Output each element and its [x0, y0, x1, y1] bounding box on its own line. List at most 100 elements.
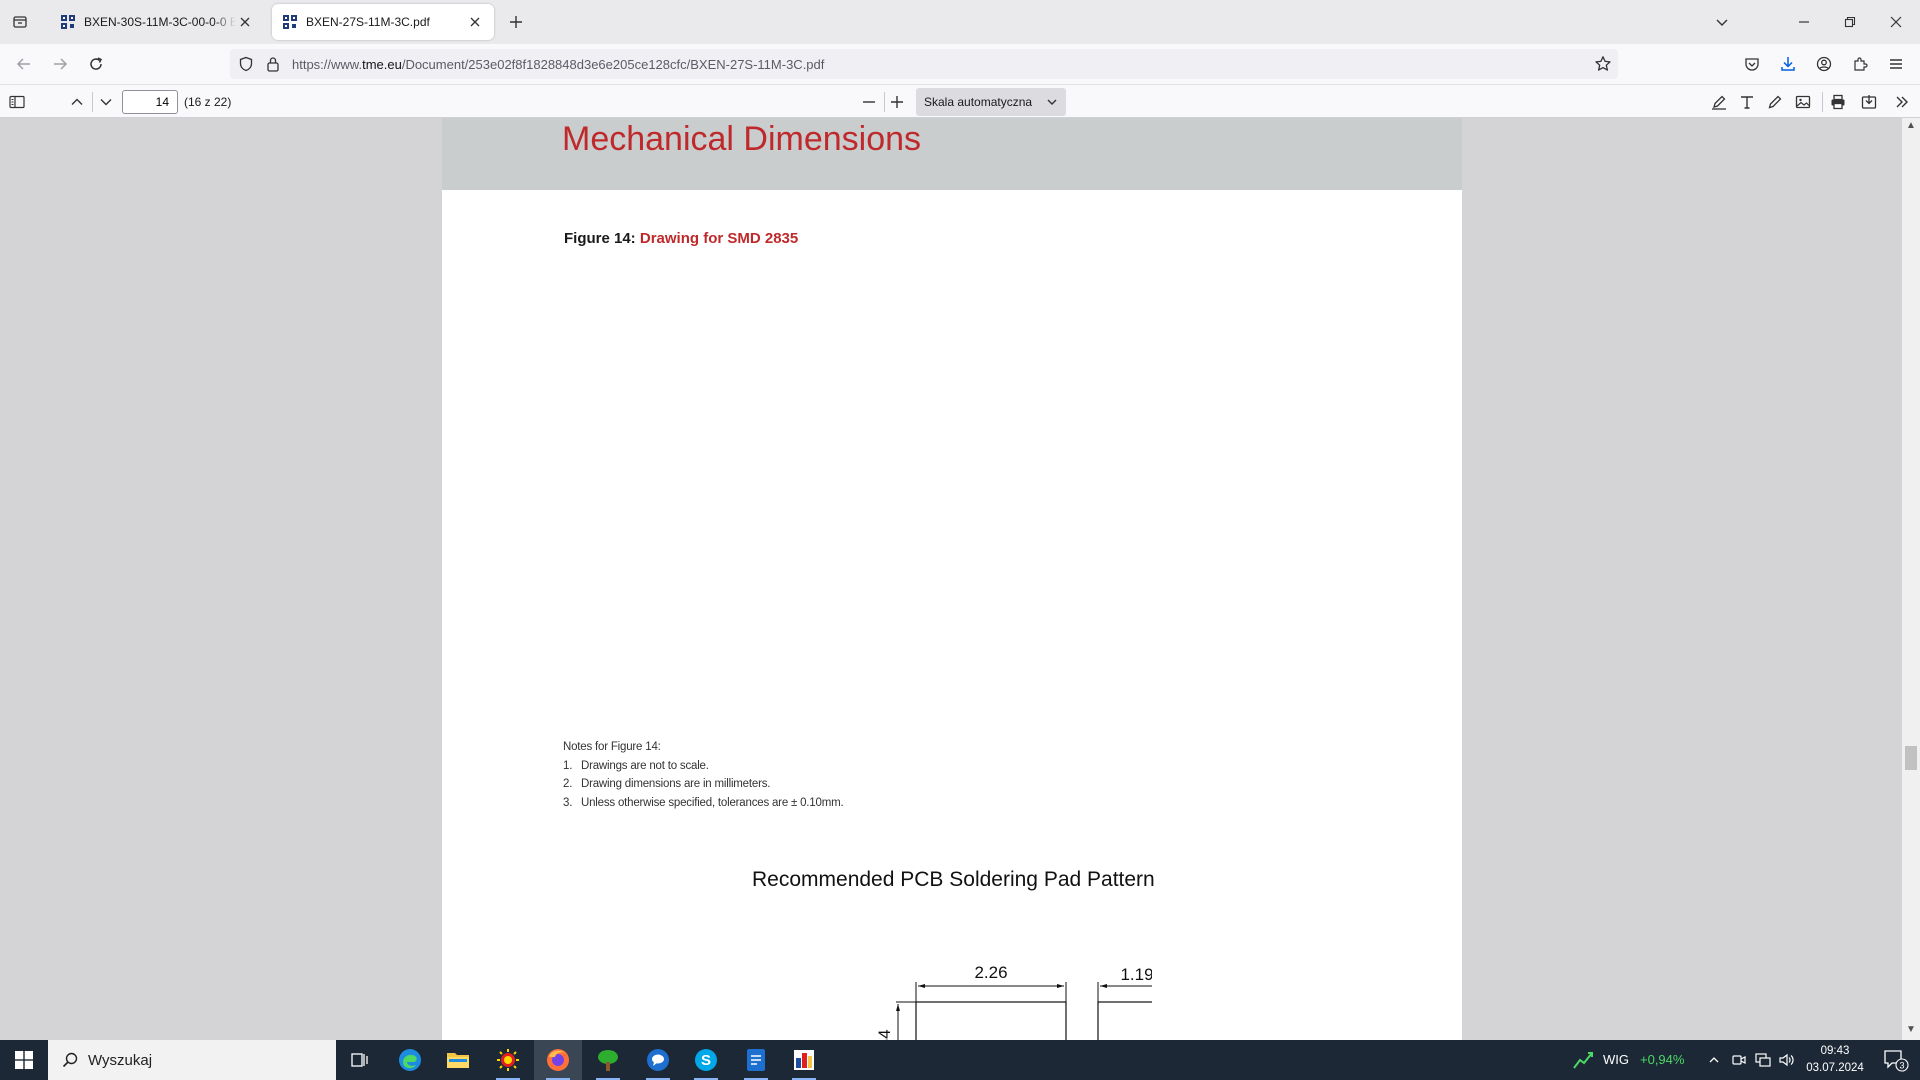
taskbar-search-box[interactable]: Wyszukaj: [48, 1040, 336, 1080]
page-header-band: Mechanical Dimensions: [442, 118, 1462, 190]
new-tab-plus-icon[interactable]: [504, 10, 528, 34]
volume-speaker-icon[interactable]: [1776, 1040, 1798, 1080]
list-all-tabs-chevron-icon[interactable]: [1710, 10, 1734, 34]
tab-title: BXEN-30S-11M-3C-00-0-0 BRIDG: [84, 15, 236, 29]
tab-strip: BXEN-30S-11M-3C-00-0-0 BRIDG BXEN-27S-11…: [0, 0, 1920, 44]
start-windows-icon[interactable]: [0, 1040, 48, 1080]
toolbar-divider: [884, 92, 885, 112]
meet-now-camera-icon[interactable]: [1728, 1040, 1750, 1080]
zoom-select[interactable]: Skala automatyczna: [916, 88, 1066, 116]
clock-time: 09:43: [1820, 1045, 1850, 1057]
sun-app-icon[interactable]: [484, 1040, 532, 1080]
back-arrow-icon[interactable]: [12, 52, 36, 76]
account-icon[interactable]: [1812, 52, 1836, 76]
highlight-pen-icon[interactable]: [1708, 91, 1730, 113]
zoom-out-minus-icon[interactable]: [858, 91, 880, 113]
task-view-icon[interactable]: [336, 1040, 384, 1080]
tools-double-chevron-icon[interactable]: [1891, 91, 1913, 113]
tab-bxen-30s[interactable]: BXEN-30S-11M-3C-00-0-0 BRIDG: [50, 4, 264, 40]
zoom-in-plus-icon[interactable]: [886, 91, 908, 113]
edge-browser-icon[interactable]: [386, 1040, 434, 1080]
pcb-pad-drawing: 2.26 1.19 2.34: [875, 963, 1152, 1040]
tme-favicon-icon: [282, 14, 298, 30]
stock-name[interactable]: WIG: [1603, 1052, 1629, 1067]
vertical-scrollbar[interactable]: ▲ ▼: [1902, 118, 1920, 1040]
scrollbar-thumb[interactable]: [1905, 746, 1917, 770]
add-image-icon[interactable]: [1792, 91, 1814, 113]
pdf-toolbar: (16 z 22) Skala automatyczna: [0, 84, 1920, 118]
stats-app-icon[interactable]: [780, 1040, 828, 1080]
pdf-viewer-area[interactable]: Mechanical Dimensions Figure 14: Drawing…: [0, 118, 1902, 1040]
print-icon[interactable]: [1827, 91, 1849, 113]
system-clock[interactable]: 09:43 03.07.2024: [1800, 1043, 1870, 1077]
figure-notes: Notes for Figure 14: 1. Drawings are not …: [563, 738, 844, 812]
hamburger-menu-icon[interactable]: [1884, 52, 1908, 76]
address-bar[interactable]: https://www.tme.eu/Document/253e02f8f182…: [230, 49, 1618, 79]
notes-title: Notes for Figure 14:: [563, 741, 661, 753]
tme-favicon-icon: [60, 14, 76, 30]
draw-pencil-icon[interactable]: [1764, 91, 1786, 113]
tab-list-icon[interactable]: [8, 10, 32, 34]
dim-label-width-2: 1.19: [1120, 965, 1152, 984]
downloads-icon[interactable]: [1776, 52, 1800, 76]
pcb-pattern-title: Recommended PCB Soldering Pad Pattern: [752, 868, 1155, 891]
previous-page-chevron-up-icon[interactable]: [66, 91, 88, 113]
skype-icon[interactable]: S: [682, 1040, 730, 1080]
close-window-icon[interactable]: [1884, 10, 1908, 34]
navigation-toolbar: https://www.tme.eu/Document/253e02f8f182…: [0, 44, 1920, 84]
bookmark-star-icon[interactable]: [1594, 55, 1612, 78]
tab-title: BXEN-27S-11M-3C.pdf: [306, 15, 430, 29]
svg-text:S: S: [701, 1052, 711, 1069]
zoom-select-value: Skala automatyczna: [924, 95, 1033, 109]
figure-label: Figure 14:: [564, 230, 640, 247]
toolbar-divider: [92, 92, 93, 112]
clock-date: 03.07.2024: [1806, 1062, 1864, 1074]
extensions-puzzle-icon[interactable]: [1848, 52, 1872, 76]
search-icon: [62, 1052, 78, 1068]
tray-overflow-chevron-icon[interactable]: [1702, 1040, 1726, 1080]
note-item: 3. Unless otherwise specified, tolerances…: [563, 796, 844, 809]
page-number-input[interactable]: [122, 90, 178, 114]
sidebar-toggle-icon[interactable]: [6, 91, 28, 113]
windows-taskbar: Wyszukaj S WIG +0,94% 09:43 03.07.2024 3: [0, 1040, 1920, 1080]
save-download-icon[interactable]: [1858, 91, 1880, 113]
dim-label-width-1: 2.26: [974, 963, 1007, 982]
close-tab-icon[interactable]: [466, 13, 484, 31]
tree-app-icon[interactable]: [584, 1040, 632, 1080]
search-placeholder: Wyszukaj: [88, 1051, 153, 1069]
toolbar-divider: [1822, 92, 1823, 112]
pocket-icon[interactable]: [1740, 52, 1764, 76]
add-text-icon[interactable]: [1736, 91, 1758, 113]
firefox-icon[interactable]: [534, 1040, 582, 1080]
pad-large: [915, 1001, 1067, 1040]
chevron-down-icon: [1046, 96, 1058, 111]
close-tab-icon[interactable]: [236, 13, 254, 31]
figure-caption: Figure 14: Drawing for SMD 2835: [564, 230, 798, 247]
chat-bubble-app-icon[interactable]: [634, 1040, 682, 1080]
lock-icon[interactable]: [266, 56, 280, 77]
notification-center-icon[interactable]: 3: [1872, 1040, 1920, 1080]
pdf-page: Mechanical Dimensions Figure 14: Drawing…: [442, 118, 1462, 1040]
reload-icon[interactable]: [84, 52, 108, 76]
restore-icon[interactable]: [1838, 10, 1862, 34]
scroll-down-arrow-icon[interactable]: ▼: [1906, 1024, 1916, 1035]
notification-count: 3: [1899, 1061, 1904, 1071]
dim-label-height: 2.34: [875, 1029, 894, 1040]
network-icon[interactable]: [1752, 1040, 1774, 1080]
tracking-protection-shield-icon[interactable]: [238, 56, 254, 77]
note-item: 2. Drawing dimensions are in millimeters.: [563, 778, 771, 790]
tab-bxen-27s[interactable]: BXEN-27S-11M-3C.pdf: [272, 4, 494, 40]
scroll-up-arrow-icon[interactable]: ▲: [1906, 120, 1916, 131]
minimize-icon[interactable]: [1792, 10, 1816, 34]
page-count-label: (16 z 22): [184, 95, 232, 109]
pad-small: [1097, 1001, 1152, 1040]
file-explorer-icon[interactable]: [434, 1040, 482, 1080]
figure-title: Drawing for SMD 2835: [639, 230, 799, 247]
stock-change[interactable]: +0,94%: [1640, 1052, 1684, 1067]
stock-chart-icon[interactable]: [1568, 1040, 1598, 1080]
next-page-chevron-down-icon[interactable]: [95, 91, 117, 113]
document-app-icon[interactable]: [732, 1040, 780, 1080]
page-heading: Mechanical Dimensions: [562, 120, 922, 158]
url-text[interactable]: https://www.tme.eu/Document/253e02f8f182…: [292, 57, 824, 72]
forward-arrow-icon[interactable]: [48, 52, 72, 76]
